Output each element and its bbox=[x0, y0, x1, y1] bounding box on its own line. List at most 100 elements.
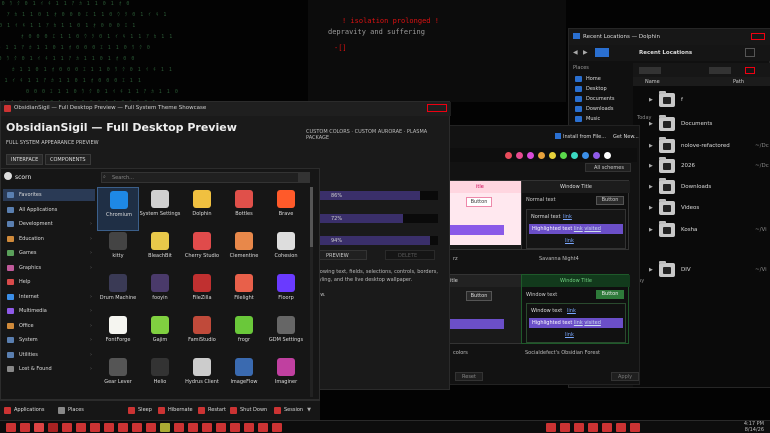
app-fooyin[interactable]: fooyin bbox=[139, 271, 181, 315]
category-lost-found[interactable]: Lost & Found › bbox=[3, 363, 95, 375]
scheme-card[interactable]: Window Title Window text Button Window t… bbox=[521, 274, 630, 344]
place-home[interactable]: Home bbox=[572, 74, 634, 84]
place-downloads[interactable]: Downloads bbox=[572, 104, 634, 114]
color-swatch[interactable] bbox=[604, 152, 611, 159]
tab[interactable] bbox=[709, 67, 731, 74]
app-famistudio[interactable]: FamiStudio bbox=[181, 313, 223, 357]
hibernate-button[interactable]: Hibernate bbox=[156, 404, 193, 417]
category-favorites[interactable]: Favorites bbox=[3, 189, 95, 201]
taskbar-app-icon[interactable] bbox=[630, 423, 640, 432]
color-swatch[interactable] bbox=[505, 152, 512, 159]
place-music[interactable]: Music bbox=[572, 114, 634, 124]
taskbar-app-icon[interactable] bbox=[118, 423, 128, 432]
taskbar-app-icon[interactable] bbox=[602, 423, 612, 432]
taskbar-app-icon[interactable] bbox=[272, 423, 282, 432]
app-gear-lever[interactable]: Gear Lever bbox=[97, 355, 139, 399]
place-desktop[interactable]: Desktop bbox=[572, 84, 634, 94]
taskbar-app-icon[interactable] bbox=[160, 423, 170, 432]
taskbar-app-icon[interactable] bbox=[574, 423, 584, 432]
category-multimedia[interactable]: Multimedia › bbox=[3, 305, 95, 317]
taskbar-app-icon[interactable] bbox=[20, 423, 30, 432]
back-icon[interactable]: ◀ bbox=[573, 49, 578, 56]
application-launcher[interactable]: scorn Search... ⌕ Favorites All Applicati… bbox=[0, 168, 320, 400]
taskbar-app-icon[interactable] bbox=[188, 423, 198, 432]
get-new-button[interactable]: Get New... bbox=[613, 134, 639, 140]
app-brave[interactable]: Brave bbox=[265, 187, 307, 231]
taskbar-app-icon[interactable] bbox=[546, 423, 556, 432]
shutdown-button[interactable]: Shut Down bbox=[228, 404, 267, 417]
scheme-card[interactable]: Window Title Normal text Button Normal t… bbox=[521, 180, 630, 250]
category-internet[interactable]: Internet › bbox=[3, 291, 95, 303]
category-development[interactable]: Development › bbox=[3, 218, 95, 230]
taskbar-app-icon[interactable] bbox=[202, 423, 212, 432]
close-icon[interactable] bbox=[745, 67, 755, 74]
taskbar-app-icon[interactable] bbox=[616, 423, 626, 432]
tab-interface[interactable]: INTERFACE bbox=[6, 154, 44, 165]
list-item[interactable]: ▶ 2026 ~/Dc bbox=[645, 157, 770, 177]
list-item[interactable]: ▶ nolove-refactored ~/Dc bbox=[645, 137, 770, 157]
restart-button[interactable]: Restart bbox=[196, 404, 226, 417]
forward-icon[interactable]: ▶ bbox=[583, 49, 588, 56]
color-swatch[interactable] bbox=[516, 152, 523, 159]
category-help[interactable]: Help bbox=[3, 276, 95, 288]
taskbar-app-icon[interactable] bbox=[244, 423, 254, 432]
app-dolphin[interactable]: Dolphin bbox=[181, 187, 223, 231]
taskbar-app-icon[interactable] bbox=[6, 423, 16, 432]
list-item[interactable]: ▶ Kosha ~/Vi bbox=[645, 221, 770, 241]
taskbar-app-icon[interactable] bbox=[588, 423, 598, 432]
category-games[interactable]: Games › bbox=[3, 247, 95, 259]
preview-button[interactable]: PREVIEW bbox=[317, 250, 367, 260]
menu-icon[interactable] bbox=[745, 48, 755, 57]
taskbar-app-icon[interactable] bbox=[104, 423, 114, 432]
app-fontforge[interactable]: FontForge bbox=[97, 313, 139, 357]
applications-button[interactable]: Applications bbox=[2, 404, 45, 417]
scheme-card[interactable]: itle Button bbox=[439, 274, 528, 344]
view-icon[interactable] bbox=[595, 48, 609, 57]
app-filezilla[interactable]: FileZilla bbox=[181, 271, 223, 315]
taskbar-app-icon[interactable] bbox=[90, 423, 100, 432]
sleep-button[interactable]: Sleep bbox=[126, 404, 152, 417]
reset-button[interactable]: Reset bbox=[455, 372, 483, 381]
app-imageflow[interactable]: ImageFlow bbox=[223, 355, 265, 399]
col-path[interactable]: Path bbox=[733, 79, 744, 85]
tab-components[interactable]: COMPONENTS bbox=[45, 154, 91, 165]
window-controls[interactable] bbox=[427, 104, 447, 112]
list-item[interactable]: ▶ Downloads bbox=[645, 178, 770, 198]
app-clementine[interactable]: Clementine bbox=[223, 229, 265, 273]
session-button[interactable]: Session ▼ bbox=[272, 404, 311, 417]
places-button[interactable]: Places bbox=[56, 404, 84, 417]
list-item[interactable]: ▶ f bbox=[645, 91, 770, 111]
taskbar-app-icon[interactable] bbox=[216, 423, 226, 432]
color-swatch[interactable] bbox=[527, 152, 534, 159]
header-links[interactable]: CUSTOM COLORS · CUSTOM AURORAE · PLASMA … bbox=[306, 129, 449, 141]
taskbar-app-icon[interactable] bbox=[230, 423, 240, 432]
color-swatch[interactable] bbox=[560, 152, 567, 159]
tab[interactable] bbox=[639, 67, 661, 74]
close-icon[interactable] bbox=[751, 33, 765, 40]
taskbar-app-icon[interactable] bbox=[48, 423, 58, 432]
search-input[interactable]: Search... bbox=[101, 172, 309, 183]
clock[interactable]: 4:17 PM 8/14/26 bbox=[744, 421, 764, 433]
col-name[interactable]: Name bbox=[645, 79, 660, 85]
list-item[interactable]: ▶ Videos bbox=[645, 199, 770, 219]
category-office[interactable]: Office › bbox=[3, 320, 95, 332]
taskbar-app-icon[interactable] bbox=[62, 423, 72, 432]
app-hydrus-client[interactable]: Hydrus Client bbox=[181, 355, 223, 399]
place-documents[interactable]: Documents bbox=[572, 94, 634, 104]
category-graphics[interactable]: Graphics › bbox=[3, 262, 95, 274]
app-frogr[interactable]: frogr bbox=[223, 313, 265, 357]
list-item[interactable]: ▶ Documents bbox=[645, 115, 770, 135]
app-imaginer[interactable]: Imaginer bbox=[265, 355, 307, 399]
app-floorp[interactable]: Floorp bbox=[265, 271, 307, 315]
taskbar-app-icon[interactable] bbox=[76, 423, 86, 432]
app-helio[interactable]: Helio bbox=[139, 355, 181, 399]
taskbar-app-icon[interactable] bbox=[560, 423, 570, 432]
scheme-filter[interactable]: All schemes bbox=[585, 163, 631, 172]
app-system-settings[interactable]: System Settings bbox=[139, 187, 181, 231]
app-kitty[interactable]: kitty bbox=[97, 229, 139, 273]
taskbar-app-icon[interactable] bbox=[34, 423, 44, 432]
avatar[interactable] bbox=[4, 172, 12, 180]
category-education[interactable]: Education › bbox=[3, 233, 95, 245]
color-swatch[interactable] bbox=[582, 152, 589, 159]
color-swatch[interactable] bbox=[538, 152, 545, 159]
